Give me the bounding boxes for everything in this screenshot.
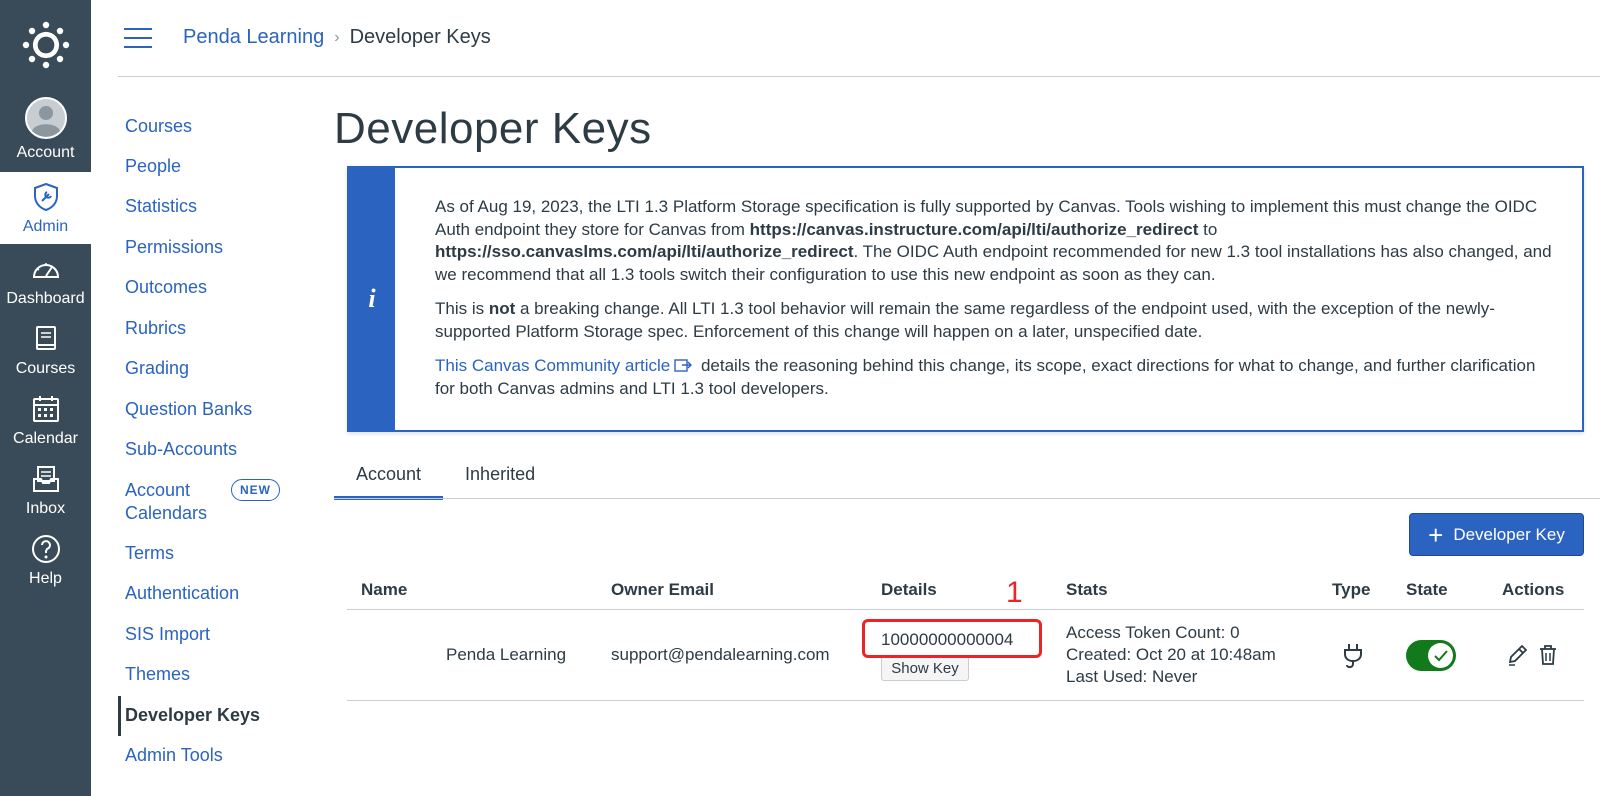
side-nav-sub-accounts[interactable]: Sub-Accounts	[118, 438, 308, 461]
add-developer-key-label: Developer Key	[1453, 524, 1565, 544]
side-nav-rubrics[interactable]: Rubrics	[118, 317, 308, 340]
side-nav-developer-keys[interactable]: Developer Keys	[118, 696, 308, 736]
breadcrumb-current: Developer Keys	[349, 26, 491, 48]
alert-bold: not	[488, 299, 516, 318]
annotation-number: 1	[1006, 576, 1023, 609]
global-nav-inbox[interactable]: Inbox	[0, 456, 91, 526]
side-nav-label: Calendars	[125, 503, 208, 523]
alert-icon-bar: i	[349, 168, 395, 430]
delete-trash-icon[interactable]	[1538, 644, 1558, 671]
tab-inherited[interactable]: Inherited	[443, 454, 557, 500]
link-text: This Canvas Community article	[435, 356, 671, 375]
global-nav-account[interactable]: Account	[0, 94, 91, 170]
canvas-logo-icon[interactable]	[0, 0, 91, 90]
tab-account[interactable]: Account	[334, 454, 444, 500]
header-divider	[118, 76, 1600, 77]
global-nav: Account Admin Dashboard Courses Calendar…	[0, 0, 91, 796]
global-nav-label: Help	[29, 570, 62, 587]
inbox-icon	[32, 462, 60, 496]
lti-plug-icon	[1341, 642, 1365, 675]
plus-icon: +	[1428, 519, 1444, 550]
alert-body: As of Aug 19, 2023, the LTI 1.3 Platform…	[435, 196, 1555, 412]
global-nav-help[interactable]: Help	[0, 526, 91, 596]
key-name: Penda Learning	[446, 645, 567, 664]
new-badge: NEW	[231, 479, 280, 501]
side-nav-people[interactable]: People	[118, 155, 308, 178]
dashboard-gauge-icon	[31, 252, 61, 286]
table-row-divider	[347, 700, 1584, 701]
column-header-owner-email: Owner Email	[611, 580, 714, 599]
hamburger-icon	[124, 37, 152, 39]
page-title: Developer Keys	[334, 104, 652, 153]
last-used: Last Used: Never	[1066, 667, 1198, 686]
community-article-link[interactable]: This Canvas Community article	[435, 356, 696, 375]
global-nav-calendar[interactable]: Calendar	[0, 386, 91, 456]
column-header-actions: Actions	[1502, 580, 1565, 599]
global-nav-label: Calendar	[13, 430, 78, 447]
courses-book-icon	[34, 322, 58, 356]
alert-text: This is	[435, 299, 489, 318]
side-nav-authentication[interactable]: Authentication	[118, 582, 308, 605]
side-nav-terms[interactable]: Terms	[118, 542, 308, 565]
created-date: Created: Oct 20 at 10:48am	[1066, 645, 1276, 664]
side-nav-grading[interactable]: Grading	[118, 357, 308, 380]
table-header-divider	[347, 609, 1584, 610]
hamburger-icon	[124, 46, 152, 48]
global-nav-admin[interactable]: Admin	[0, 172, 91, 244]
toggle-knob	[1428, 643, 1453, 668]
checkmark-icon	[1433, 649, 1448, 661]
side-nav-label: Account	[125, 480, 191, 500]
key-tabs: Account Inherited	[334, 454, 557, 500]
alert-paragraph: This is not a breaking change. All LTI 1…	[435, 298, 1555, 343]
global-nav-label: Courses	[15, 360, 76, 377]
hamburger-icon	[124, 28, 152, 30]
admin-shield-icon	[32, 180, 60, 214]
help-icon	[31, 532, 61, 566]
owner-email: support@pendalearning.com	[611, 645, 830, 664]
global-nav-label: Account	[16, 144, 75, 161]
side-nav-outcomes[interactable]: Outcomes	[118, 276, 308, 299]
breadcrumb-separator-icon: ›	[334, 28, 340, 46]
side-nav-courses[interactable]: Courses	[118, 115, 308, 138]
side-nav-statistics[interactable]: Statistics	[118, 195, 308, 218]
global-nav-label: Dashboard	[6, 290, 85, 307]
side-nav-account-calendars[interactable]: Account Calendars NEW	[118, 479, 308, 525]
alert-url: https://sso.canvaslms.com/api/lti/author…	[435, 242, 854, 261]
show-key-button[interactable]: Show Key	[881, 655, 969, 681]
alert-paragraph: This Canvas Community article details th…	[435, 355, 1555, 400]
global-nav-label: Admin	[22, 218, 69, 235]
global-nav-dashboard[interactable]: Dashboard	[0, 246, 91, 316]
breadcrumb-link-account[interactable]: Penda Learning	[183, 26, 324, 49]
column-header-name: Name	[361, 580, 408, 599]
column-header-state: State	[1406, 580, 1448, 599]
access-token-count: Access Token Count: 0	[1066, 623, 1240, 642]
account-avatar-icon	[24, 96, 67, 140]
alert-text: a breaking change. All LTI 1.3 tool beha…	[435, 299, 1495, 341]
global-nav-courses[interactable]: Courses	[0, 316, 91, 386]
add-developer-key-button[interactable]: + Developer Key	[1409, 513, 1584, 556]
key-stats: Access Token Count: 0 Created: Oct 20 at…	[1066, 622, 1276, 688]
tabs-divider	[334, 498, 1600, 499]
breadcrumb: Penda Learning › Developer Keys	[183, 26, 491, 49]
side-nav-question-banks[interactable]: Question Banks	[118, 398, 308, 421]
edit-pencil-icon[interactable]	[1507, 644, 1528, 671]
external-link-icon	[674, 359, 693, 372]
alert-paragraph: As of Aug 19, 2023, the LTI 1.3 Platform…	[435, 196, 1555, 286]
column-header-stats: Stats	[1066, 580, 1108, 599]
side-nav-admin-tools[interactable]: Admin Tools	[118, 744, 308, 767]
global-nav-label: Inbox	[25, 500, 66, 517]
side-nav-permissions[interactable]: Permissions	[118, 236, 308, 259]
alert-text: to	[1198, 219, 1218, 239]
annotation-highlight-box	[862, 619, 1042, 658]
alert-url: https://canvas.instructure.com/api/lti/a…	[749, 219, 1199, 239]
column-header-details: Details	[881, 580, 937, 599]
lti-info-alert: i As of Aug 19, 2023, the LTI 1.3 Platfo…	[347, 166, 1584, 432]
menu-toggle-button[interactable]	[124, 28, 152, 48]
key-state-toggle[interactable]	[1406, 640, 1456, 671]
info-icon: i	[368, 284, 376, 313]
calendar-icon	[32, 392, 60, 426]
column-header-type: Type	[1332, 580, 1371, 599]
side-nav-themes[interactable]: Themes	[118, 663, 308, 686]
side-nav-sis-import[interactable]: SIS Import	[118, 623, 308, 646]
